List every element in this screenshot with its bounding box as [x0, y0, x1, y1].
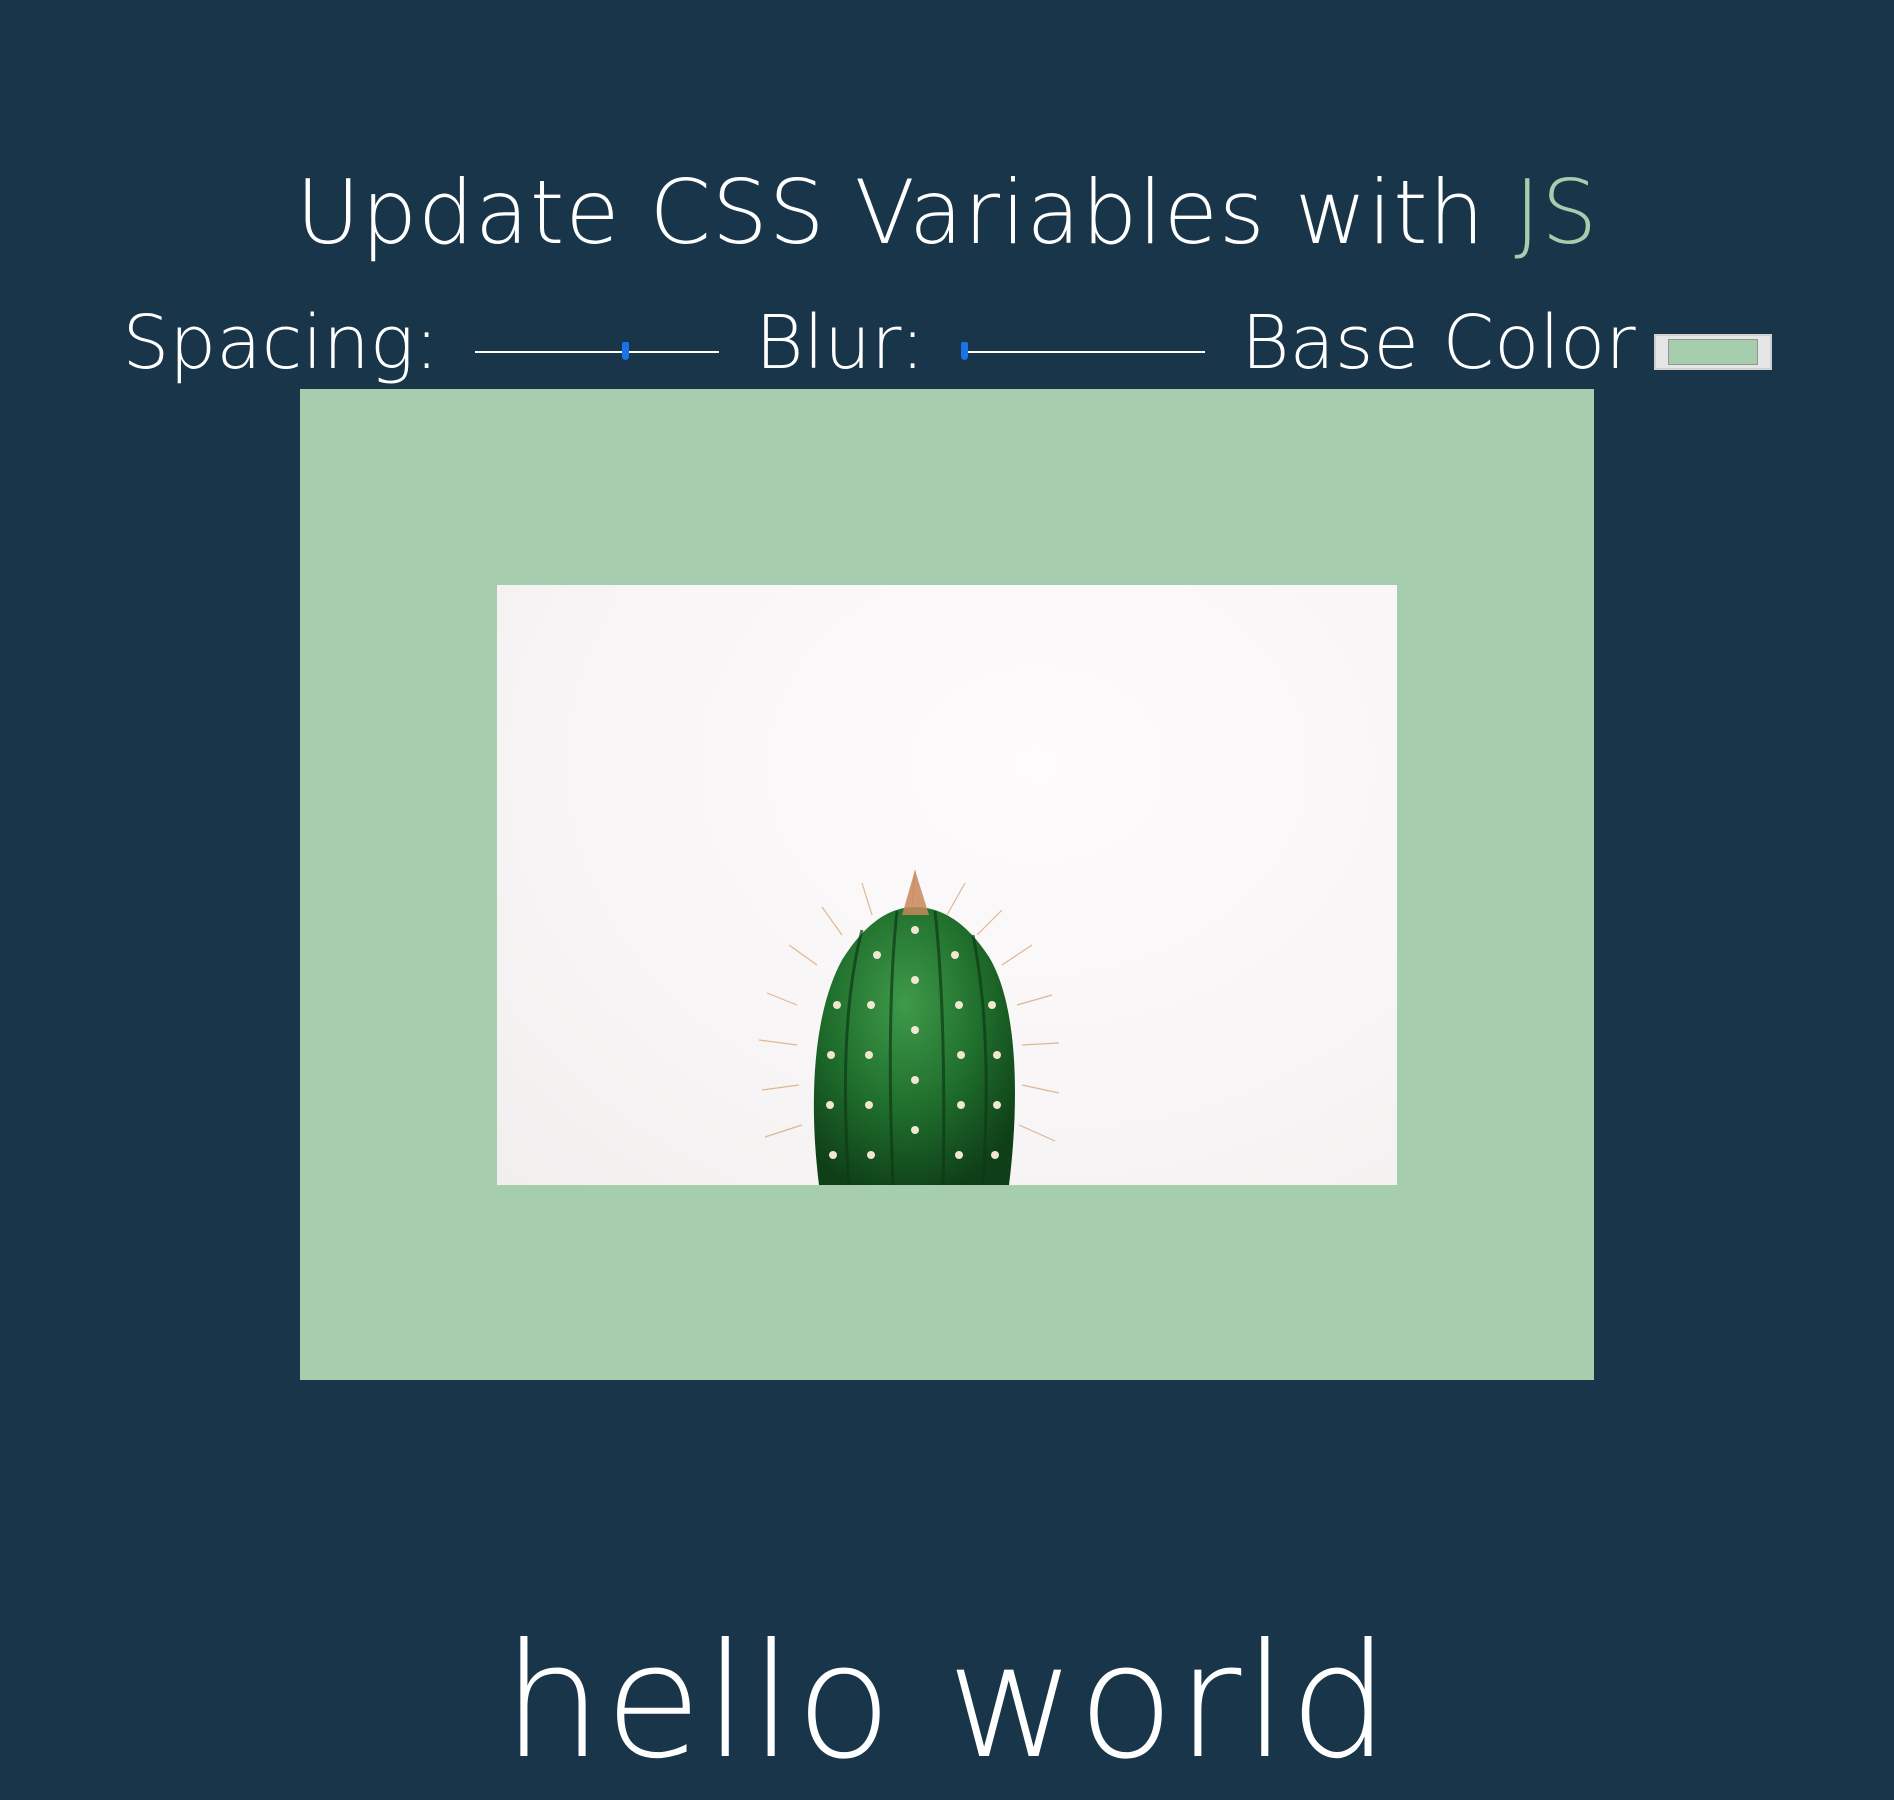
spacing-label: Spacing:: [122, 300, 440, 386]
blur-slider-thumb[interactable]: [961, 342, 969, 360]
title-main-text: Update CSS Variables with: [295, 161, 1515, 265]
hello-world-text: hello world: [502, 1609, 1392, 1794]
blur-slider-track[interactable]: [961, 351, 1206, 353]
base-color-label: Base Color: [1241, 300, 1636, 386]
image-frame: [300, 389, 1594, 1380]
controls-bar: Spacing: Blur: Base Color: [0, 295, 1894, 391]
base-color-swatch[interactable]: [1667, 339, 1758, 365]
blur-label: Blur:: [755, 300, 926, 386]
spacing-slider[interactable]: [475, 340, 720, 364]
page-title: Update CSS Variables with JS: [0, 164, 1894, 262]
spacing-slider-track[interactable]: [475, 351, 720, 353]
blur-slider[interactable]: [961, 340, 1206, 364]
cactus-icon: [758, 869, 1060, 1185]
base-color-picker[interactable]: [1653, 334, 1772, 370]
spacing-slider-thumb[interactable]: [622, 342, 630, 360]
title-highlight-js: JS: [1514, 161, 1599, 265]
cactus-photo: [497, 585, 1397, 1185]
